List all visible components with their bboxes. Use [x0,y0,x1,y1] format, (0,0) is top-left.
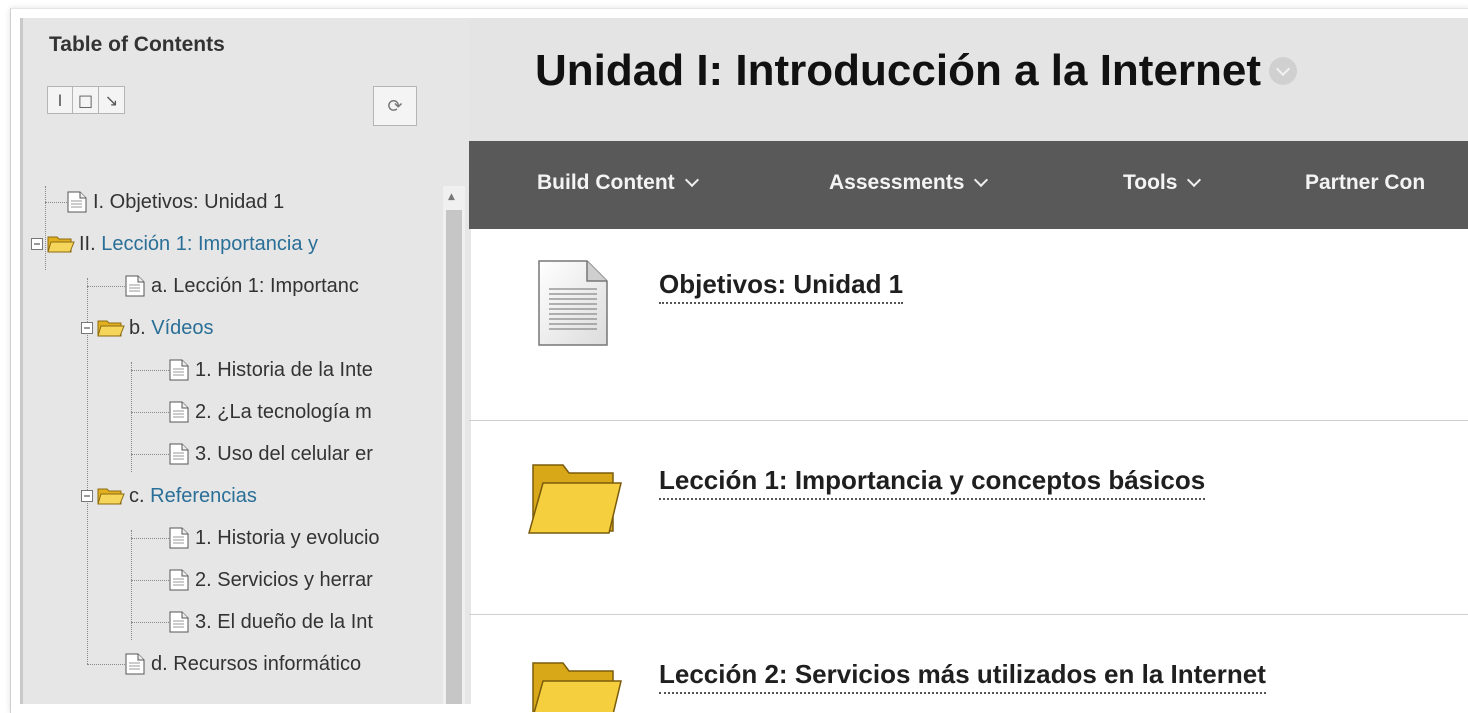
toc-item[interactable]: 1. Historia de la Inte [169,354,373,386]
toc-item[interactable]: 3. Uso del celular er [169,438,373,470]
content-item-title[interactable]: Lección 2: Servicios más utilizados en l… [659,659,1266,694]
tools-menu[interactable]: Tools [1123,171,1202,195]
toc-item[interactable]: 3. El dueño de la Int [169,606,373,638]
partner-content-menu[interactable]: Partner Con [1305,171,1425,195]
collapse-toggle-icon[interactable] [81,322,93,334]
toc-folder-label: Vídeos [151,316,214,339]
toc-item[interactable]: 2. Servicios y herrar [169,564,373,596]
document-icon [125,275,145,297]
expand-line-icon[interactable]: I [47,86,73,114]
toc-item-label: Historia y evolucio [217,526,380,549]
document-icon [125,653,145,675]
toc-item-label: El dueño de la Int [217,610,373,633]
action-bar: Build Content Assessments Tools Partner … [469,141,1468,229]
page-title: Unidad I: Introducción a la Internet [535,46,1298,96]
toc-item-prefix: a. [151,274,174,297]
toc-folder[interactable]: b. Vídeos [81,312,214,344]
folder-icon [532,662,622,712]
toc-folder[interactable]: c. Referencias [81,480,257,512]
toc-toolbar: I □ ↘ [47,86,125,114]
toc-item-prefix: c. [129,484,151,507]
toc-item-prefix: II. [79,232,102,255]
page-title-text: Unidad I: Introducción a la Internet [535,46,1262,95]
folder-open-icon [97,488,125,505]
menu-label: Partner Con [1305,171,1426,194]
toc-item-label: Objetivos: Unidad 1 [109,190,285,213]
toc-item-prefix: b. [129,316,152,339]
content-item: Objetivos: Unidad 1 [469,229,1468,419]
document-icon [169,359,189,381]
folder-icon [528,464,622,534]
arrow-down-right-icon[interactable]: ↘ [99,86,125,114]
chevron-down-icon [1187,172,1202,188]
toc-item-label: Servicios y herrar [217,568,373,591]
toc-item-prefix: d. [151,652,174,675]
folder-open-icon [97,320,125,337]
toc-item[interactable]: 2. ¿La tecnología m [169,396,372,428]
document-icon [169,611,189,633]
toc-item[interactable]: d. Recursos informático [125,648,361,680]
scroll-up-icon[interactable]: ▲ [448,192,455,202]
collapse-toggle-icon[interactable] [81,490,93,502]
document-icon [169,527,189,549]
toc-item-label: Recursos informático [173,652,362,675]
table-of-contents-panel: Table of Contents I □ ↘ ⟳ I. Objetivos: [20,18,471,704]
document-icon [67,191,87,213]
content-item: Lección 2: Servicios más utilizados en l… [469,615,1468,712]
collapse-square-icon[interactable]: □ [73,86,99,114]
toc-item-label: ¿La tecnología m [217,400,372,423]
toc-item-prefix: 3. [195,610,218,633]
toc-folder-label: Lección 1: Importancia y [101,232,319,255]
collapse-toggle-icon[interactable] [31,238,43,250]
content-item-title[interactable]: Objetivos: Unidad 1 [659,269,904,304]
toc-title: Table of Contents [49,33,225,56]
assessments-menu[interactable]: Assessments [829,171,989,195]
menu-label: Tools [1123,171,1178,194]
toc-item-prefix: 2. [195,400,218,423]
toc-scrollbar[interactable]: ▲ [443,186,465,704]
toc-item-prefix: I. [93,190,110,213]
content-item-title[interactable]: Lección 1: Importancia y conceptos básic… [659,465,1206,500]
toc-item[interactable]: a. Lección 1: Importanc [125,270,359,302]
chevron-down-icon[interactable] [1269,57,1298,85]
toc-item-label: Lección 1: Importanc [173,274,359,297]
toc-item-prefix: 1. [195,526,218,549]
build-content-menu[interactable]: Build Content [537,171,699,195]
toc-item-prefix: 2. [195,568,218,591]
toc-folder[interactable]: II. Lección 1: Importancia y [31,228,318,260]
refresh-icon[interactable]: ⟳ [373,86,417,126]
content-item: Lección 1: Importancia y conceptos básic… [469,421,1468,613]
chevron-down-icon [974,172,989,188]
document-icon [169,401,189,423]
page-header: Unidad I: Introducción a la Internet [469,18,1468,141]
menu-label: Build Content [537,171,675,194]
toc-item-label: Historia de la Inte [217,358,373,381]
scroll-thumb[interactable] [446,210,462,704]
toc-folder-label: Referencias [150,484,257,507]
toc-item-prefix: 3. [195,442,218,465]
toc-item-prefix: 1. [195,358,218,381]
toc-item-label: Uso del celular er [217,442,373,465]
menu-label: Assessments [829,171,965,194]
toc-item[interactable]: I. Objetivos: Unidad 1 [67,186,284,218]
chevron-down-icon [684,172,699,188]
toc-item[interactable]: 1. Historia y evolucio [169,522,380,554]
toc-tree: I. Objetivos: Unidad 1 II. Lección 1: Im… [27,186,431,704]
folder-open-icon [47,236,75,253]
document-icon [169,443,189,465]
document-icon [169,569,189,591]
document-icon [538,260,608,346]
